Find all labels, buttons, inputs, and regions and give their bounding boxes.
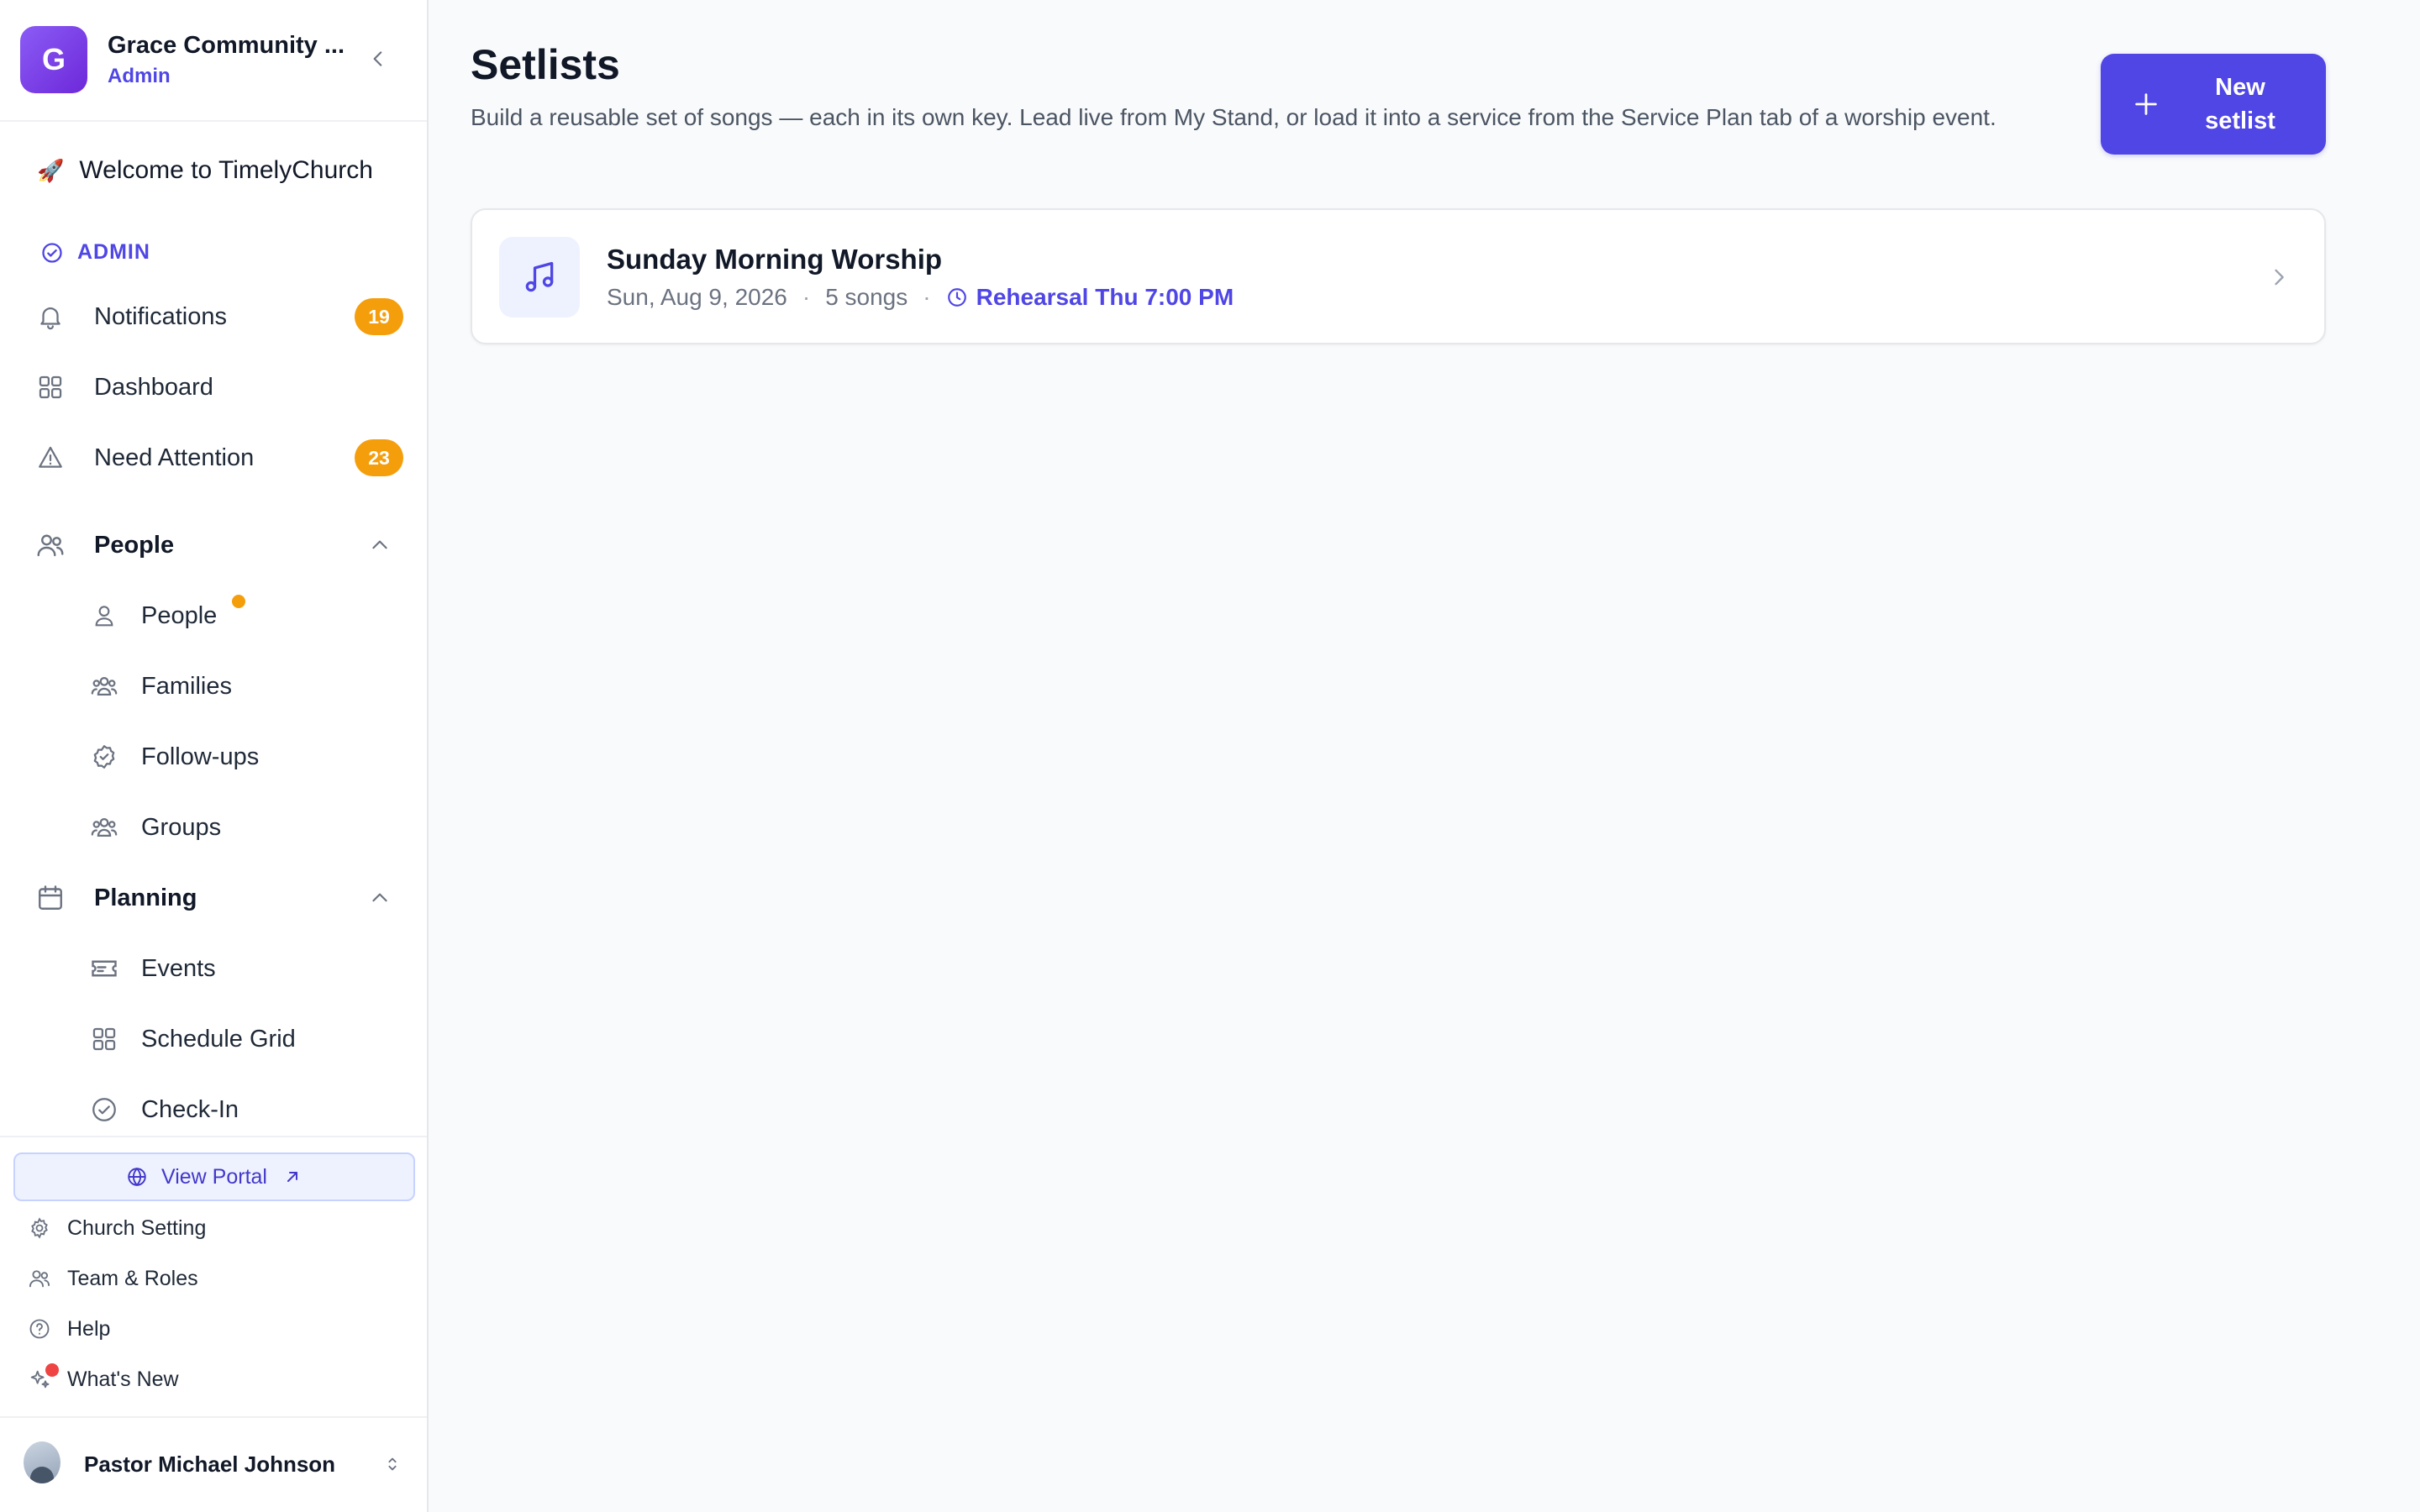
setlist-title: Sunday Morning Worship [607, 244, 943, 275]
setlist-rehearsal: Rehearsal Thu 7:00 PM [946, 284, 1234, 311]
notifications-count-badge: 19 [355, 298, 403, 335]
sidebar-item-team-roles[interactable]: Team & Roles [27, 1258, 198, 1299]
open-setlist-chevron[interactable] [2264, 262, 2294, 292]
setlist-thumbnail [499, 237, 580, 318]
families-icon [91, 676, 118, 696]
page-description: Build a reusable set of songs — each in … [471, 104, 1996, 130]
user-menu[interactable]: Pastor Michael Johnson [0, 1416, 427, 1512]
sidebar-item-label: Check-In [141, 1095, 239, 1123]
users-icon [37, 534, 64, 557]
new-setlist-button[interactable]: New setlist [2101, 54, 2326, 155]
chevron-right-icon [2275, 269, 2284, 286]
org-avatar: G [20, 26, 87, 93]
org-role: Admin [108, 65, 171, 87]
sidebar-item-groups[interactable]: Groups [87, 798, 403, 857]
collapse-sidebar-button[interactable] [363, 44, 393, 74]
sidebar-section-label: Planning [94, 884, 197, 911]
sidebar-item-label: Welcome to TimelyChurch [79, 156, 373, 184]
meta-separator: · [923, 284, 931, 310]
meta-separator: · [802, 284, 811, 310]
new-setlist-label: New setlist [2205, 74, 2275, 134]
org-name: Grace Community ... [108, 32, 345, 59]
sidebar-item-need-attention[interactable]: Need Attention 23 [34, 428, 403, 487]
people-alert-dot [232, 595, 245, 608]
view-portal-button[interactable]: View Portal [13, 1152, 415, 1201]
sidebar-item-dashboard[interactable]: Dashboard [34, 358, 403, 417]
sidebar-footer: View Portal Church Setting Team & Roles … [0, 1136, 427, 1416]
badge-check-icon [93, 745, 115, 769]
sidebar-item-events[interactable]: Events [87, 939, 403, 998]
sidebar-item-label: What's New [67, 1367, 179, 1391]
setlist-song-count: 5 songs [825, 284, 908, 310]
gear-icon [31, 1217, 48, 1239]
sidebar-nav: 🚀 Welcome to TimelyChurch ADMIN Notifica… [0, 123, 427, 1135]
grid-icon [92, 1027, 116, 1051]
sidebar-item-label: Notifications [94, 302, 227, 330]
plus-icon [2135, 93, 2157, 115]
sidebar-item-people[interactable]: People [87, 586, 403, 645]
main-content: Setlists Build a reusable set of songs —… [429, 0, 2420, 1512]
ticket-icon [92, 960, 117, 977]
sidebar: G Grace Community ... Admin 🚀 Welcome to… [0, 0, 429, 1512]
calendar-icon [39, 885, 62, 910]
grid-icon [39, 375, 62, 399]
sidebar-item-label: Need Attention [94, 444, 255, 471]
help-circle-icon [29, 1319, 50, 1339]
sidebar-item-label: Groups [141, 813, 222, 841]
sidebar-item-schedule-grid[interactable]: Schedule Grid [87, 1010, 403, 1068]
org-header[interactable]: G Grace Community ... Admin [0, 0, 427, 122]
rocket-icon: 🚀 [37, 157, 65, 183]
admin-section-label: ADMIN [40, 240, 150, 265]
view-portal-label: View Portal [161, 1164, 267, 1189]
sidebar-item-label: Schedule Grid [141, 1025, 296, 1053]
sidebar-section-people[interactable]: People [34, 516, 403, 575]
sidebar-item-check-in[interactable]: Check-In [87, 1080, 403, 1135]
setlist-meta: Sun, Aug 9, 2026 · 5 songs · Rehearsal T… [607, 284, 1234, 311]
sidebar-item-church-setting[interactable]: Church Setting [27, 1208, 206, 1248]
sidebar-item-whats-new[interactable]: What's New [27, 1359, 179, 1399]
sidebar-item-notifications[interactable]: Notifications 19 [34, 287, 403, 346]
user-name: Pastor Michael Johnson [84, 1452, 336, 1477]
need-attention-count-badge: 23 [355, 439, 403, 476]
sidebar-section-label: People [94, 531, 175, 559]
check-circle-icon [92, 1098, 116, 1121]
sidebar-item-label: Follow-ups [141, 743, 260, 770]
chevron-up-icon [372, 893, 387, 902]
chevron-up-down-icon [388, 1457, 397, 1471]
user-icon [95, 606, 113, 627]
bell-icon [40, 307, 60, 330]
page-title: Setlists [471, 41, 620, 88]
sidebar-item-follow-ups[interactable]: Follow-ups [87, 727, 403, 786]
sidebar-item-families[interactable]: Families [87, 657, 403, 716]
external-link-icon [287, 1172, 297, 1182]
sidebar-item-label: People [141, 601, 218, 629]
setlist-card[interactable]: Sunday Morning Worship Sun, Aug 9, 2026 … [471, 208, 2326, 344]
user-menu-toggle[interactable] [380, 1452, 405, 1477]
chevron-up-icon [372, 540, 387, 549]
admin-label-text: ADMIN [77, 240, 150, 264]
sidebar-item-help[interactable]: Help [27, 1309, 110, 1349]
check-circle-icon [42, 242, 62, 263]
sidebar-item-label: Team & Roles [67, 1266, 198, 1290]
users-icon [29, 1270, 50, 1288]
sidebar-item-label: Events [141, 954, 216, 982]
setlist-rehearsal-text: Rehearsal Thu 7:00 PM [976, 284, 1234, 310]
groups-icon [91, 817, 118, 837]
avatar [24, 1441, 60, 1483]
chevron-left-icon [373, 51, 382, 66]
sidebar-item-label: Help [67, 1316, 111, 1341]
sidebar-section-planning[interactable]: Planning [34, 869, 403, 927]
clock-icon [947, 288, 966, 307]
warning-triangle-icon [39, 446, 62, 468]
music-icon [525, 261, 554, 292]
sidebar-item-welcome[interactable]: 🚀 Welcome to TimelyChurch [37, 156, 373, 185]
setlist-date: Sun, Aug 9, 2026 [607, 284, 787, 310]
globe-icon [128, 1167, 146, 1187]
sidebar-item-label: Families [141, 672, 232, 700]
sidebar-item-label: Church Setting [67, 1215, 207, 1240]
sidebar-item-label: Dashboard [94, 373, 213, 401]
whats-new-alert-dot [45, 1363, 59, 1377]
